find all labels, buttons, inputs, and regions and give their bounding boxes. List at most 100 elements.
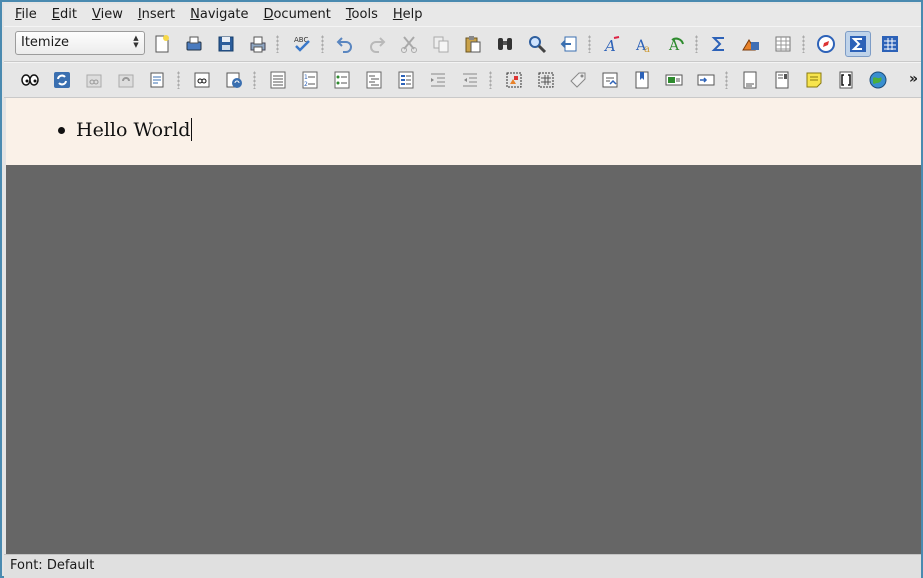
menu-help[interactable]: Help <box>387 5 429 25</box>
print-button[interactable] <box>245 31 271 57</box>
menu-tools-rest: ools <box>351 7 378 22</box>
cross-reference-icon <box>602 72 618 88</box>
find-button[interactable] <box>492 31 518 57</box>
view-other-button[interactable] <box>189 67 215 93</box>
insert-index-button[interactable] <box>661 67 687 93</box>
menu-edit-rest: dit <box>60 7 77 22</box>
svg-text:A: A <box>668 38 680 54</box>
toolbar-overflow-chevron-icon[interactable]: » <box>909 71 918 87</box>
redo-button[interactable] <box>364 31 390 57</box>
shapes-icon <box>742 39 759 51</box>
menu-file-rest: ile <box>21 7 37 22</box>
emphasis-button[interactable]: A <box>599 31 625 57</box>
paste-button[interactable] <box>460 31 486 57</box>
undo-button[interactable] <box>332 31 358 57</box>
cut-button[interactable] <box>396 31 422 57</box>
update-doc-icon <box>226 72 242 88</box>
document-text-area[interactable]: Hello World <box>6 98 921 165</box>
itemize-button[interactable] <box>329 67 355 93</box>
copy-button[interactable] <box>428 31 454 57</box>
numbered-list-icon: 12 <box>302 71 318 89</box>
menu-file[interactable]: File <box>9 5 43 25</box>
binoculars-icon <box>498 38 512 50</box>
change-case-button[interactable]: A <box>663 31 689 57</box>
outdent-icon <box>463 73 477 87</box>
document-workarea[interactable] <box>6 98 921 554</box>
cut-icon <box>401 36 417 53</box>
undo-icon <box>336 37 352 53</box>
paragraph-style-select[interactable]: Itemize ▲ ▼ <box>15 31 145 55</box>
insert-url-button[interactable] <box>865 67 891 93</box>
insert-ert-button[interactable] <box>833 67 859 93</box>
insert-graphics-button[interactable] <box>738 31 764 57</box>
insert-table-button[interactable] <box>770 31 796 57</box>
insert-marginal-note-button[interactable] <box>769 67 795 93</box>
toolbar-separator <box>695 35 698 53</box>
enumerate-button[interactable]: 12 <box>297 67 323 93</box>
depth-increment-button[interactable] <box>425 67 451 93</box>
table-panel-toggle[interactable] <box>877 31 903 57</box>
redo-icon <box>370 37 386 53</box>
view-doc-icon <box>194 72 210 88</box>
update-other-button[interactable] <box>221 67 247 93</box>
menu-tools[interactable]: Tools <box>340 5 384 25</box>
save-disk-icon <box>218 36 234 52</box>
menu-document[interactable]: Document <box>257 5 336 25</box>
text-arrow-icon: A <box>668 37 684 54</box>
math-panel-toggle[interactable] <box>845 31 871 57</box>
view-master-button[interactable] <box>81 67 107 93</box>
menu-insert-rest: nsert <box>141 7 176 22</box>
navigate-back-button[interactable] <box>556 31 582 57</box>
print-icon <box>250 36 266 53</box>
align-paragraph-button[interactable] <box>265 67 291 93</box>
open-document-button[interactable] <box>181 31 207 57</box>
insert-cross-reference-button[interactable] <box>597 67 623 93</box>
menu-edit[interactable]: Edit <box>46 5 83 25</box>
ert-bracket-icon <box>839 71 853 89</box>
new-document-button[interactable] <box>149 31 175 57</box>
paragraph-icon <box>270 71 286 89</box>
view-button[interactable] <box>17 67 43 93</box>
update-button[interactable] <box>49 67 75 93</box>
document-text-content: Hello World <box>76 119 191 141</box>
menu-help-accel: H <box>392 7 403 22</box>
font-icon: Aa <box>635 38 650 54</box>
extra-toolbar: 12 » <box>4 62 921 98</box>
open-printer-icon <box>186 36 202 51</box>
toolbar-separator <box>725 71 728 89</box>
footnote-page-icon <box>743 71 757 89</box>
status-bar: Font: Default <box>4 554 921 578</box>
compass-button[interactable] <box>813 31 839 57</box>
insert-label-button[interactable] <box>565 67 591 93</box>
document-text-line[interactable]: Hello World <box>76 118 193 141</box>
insert-nomenclature-button[interactable] <box>693 67 719 93</box>
insert-table-float-button[interactable] <box>533 67 559 93</box>
menu-navigate[interactable]: Navigate <box>184 5 254 25</box>
insert-footnote-button[interactable] <box>737 67 763 93</box>
spin-arrows-icon: ▲ ▼ <box>133 34 139 49</box>
menu-view[interactable]: View <box>86 5 129 25</box>
insert-note-button[interactable] <box>801 67 827 93</box>
menu-view-rest: iew <box>100 7 123 22</box>
list-button[interactable] <box>393 67 419 93</box>
paragraph-style-value: Itemize <box>21 35 70 50</box>
table-icon <box>775 36 791 52</box>
description-button[interactable] <box>361 67 387 93</box>
toolbar-separator <box>321 35 324 53</box>
table-float-icon <box>538 72 554 88</box>
insert-citation-button[interactable] <box>629 67 655 93</box>
export-button[interactable] <box>145 67 171 93</box>
insert-figure-float-button[interactable] <box>501 67 527 93</box>
spellcheck-button[interactable]: ABC <box>289 31 315 57</box>
text-style-icon: A <box>603 36 620 54</box>
zoom-button[interactable] <box>524 31 550 57</box>
math-button[interactable] <box>706 31 732 57</box>
save-button[interactable] <box>213 31 239 57</box>
font-button[interactable]: Aa <box>631 31 657 57</box>
update-master-button[interactable] <box>113 67 139 93</box>
outline-list-icon <box>398 71 414 89</box>
menu-insert[interactable]: Insert <box>132 5 181 25</box>
svg-text:1: 1 <box>304 74 308 81</box>
indent-icon <box>431 73 445 87</box>
depth-decrement-button[interactable] <box>457 67 483 93</box>
